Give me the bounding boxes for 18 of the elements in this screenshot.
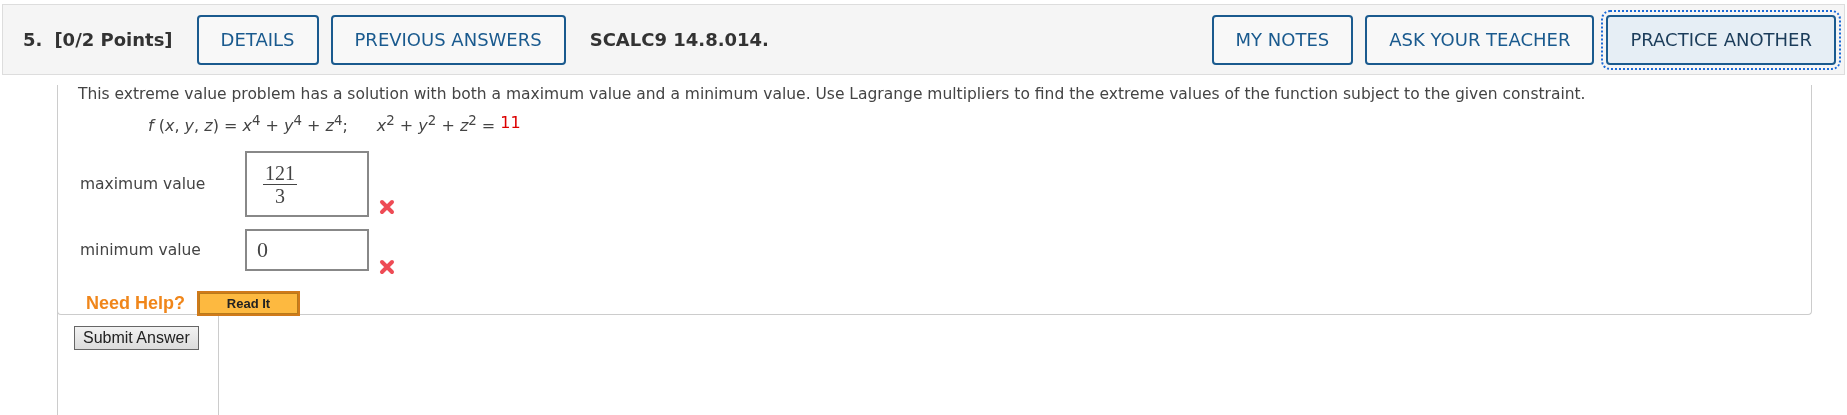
header-button[interactable]: ASK YOUR TEACHER [1365, 14, 1595, 65]
answer-field[interactable]: 0 [245, 229, 369, 272]
answer-label: minimum value [80, 241, 202, 260]
header-button[interactable]: PREVIOUS ANSWERS [330, 14, 566, 65]
need-help-label: Need Help? [86, 293, 186, 315]
question-code: SCALC9 14.8.014. [589, 29, 769, 50]
function-formula: f (x, y, z) = x$^{4}$ + y$^{4}$ + z$^{4}$; [148, 113, 348, 136]
answer-field[interactable]: 121 3 [245, 151, 369, 218]
header-button[interactable]: MY NOTES [1211, 14, 1354, 65]
answer-label: maximum value [80, 175, 207, 194]
constraint-formula: x$^{2}$ + y$^{2}$ + z$^{2}$ = [376, 113, 496, 136]
question-number: 5. [23, 29, 43, 50]
problem-text: This extreme value problem has a solution with both a maximum value and a minimum value. Use Lagrange multipliers to find the extreme values of the function subject to the given constraint. [78, 85, 1587, 103]
read-it-button[interactable]: Read It [197, 291, 301, 317]
header-button[interactable]: DETAILS [196, 14, 319, 65]
points-label: [0/2 Points] [54, 29, 173, 50]
constraint-value: 11 [500, 113, 521, 134]
submit-answer-button[interactable]: Submit Answer [74, 326, 199, 350]
